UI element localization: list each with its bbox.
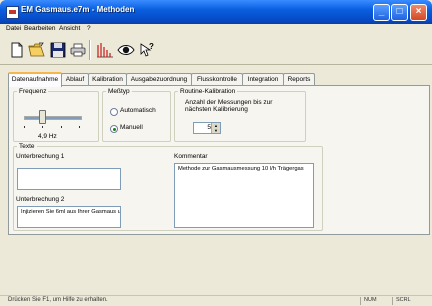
slider-tick [42,126,43,128]
spin-down-button[interactable]: ▼ [211,128,220,133]
tab-kalibration[interactable]: Kalibration [88,73,127,85]
menu-help[interactable]: ? [87,25,91,32]
tab-flusskontrolle[interactable]: Flusskontrolle [191,73,243,85]
tab-bar: Datenaufnahme Ablauf Kalibration Ausgabe… [8,72,428,87]
minimize-button[interactable]: _ [373,4,390,21]
radio-manuell-label[interactable]: Manuell [120,124,143,131]
slider-tick [61,126,62,128]
routine-kalibration-group: Routine-Kalibration Anzahl der Messungen… [174,88,306,142]
maximize-button[interactable]: □ [391,4,408,21]
tab-reports[interactable]: Reports [283,73,315,85]
messtyp-legend: Meßtyp [108,88,130,95]
radio-automatisch-label[interactable]: Automatisch [120,107,156,114]
unterbrechung2-label: Unterbrechung 2 [16,196,65,203]
menu-ansicht[interactable]: Ansicht [59,25,80,32]
status-scrl: SCRL [392,297,422,305]
print-icon[interactable] [69,41,87,59]
tab-datenaufnahme[interactable]: Datenaufnahme [8,72,62,87]
unterbrechung1-label: Unterbrechung 1 [16,153,65,160]
new-file-icon[interactable] [8,41,26,59]
unterbrechung2-field[interactable]: Injizieren Sie 6ml aus Ihrer Gasmaus und… [17,206,121,228]
tab-ablauf[interactable]: Ablauf [61,73,89,85]
status-text: Drücken Sie F1, um Hilfe zu erhalten. [8,297,108,303]
open-folder-icon[interactable] [28,41,46,59]
datenaufnahme-panel: Frequenz 4,9 Hz Meßtyp Automatisch Manue… [8,85,430,235]
menu-bar: Datei Bearbeiten Ansicht ? [0,24,432,35]
menu-bearbeiten[interactable]: Bearbeiten [24,25,55,32]
view-eye-icon[interactable] [117,41,135,59]
close-button[interactable]: × [410,4,427,21]
frequenz-slider-thumb[interactable] [39,110,46,124]
texte-legend: Texte [19,143,35,150]
svg-text:?: ? [149,42,154,51]
radio-automatisch[interactable] [110,108,118,116]
frequenz-value: 4,9 Hz [38,133,57,140]
toolbar: ? [0,36,432,65]
unterbrechung1-field[interactable] [17,168,121,190]
messtyp-group: Meßtyp Automatisch Manuell [102,88,171,142]
radio-manuell[interactable] [110,125,118,133]
tab-integration[interactable]: Integration [242,73,284,85]
routine-kalibration-legend: Routine-Kalibration [180,88,236,95]
chromatogram-icon[interactable] [96,41,114,59]
texte-group: Texte Unterbrechung 1 Unterbrechung 2 In… [13,143,323,231]
window-title: EM Gasmaus.e7m - Methoden [21,5,135,14]
application-window: EM Gasmaus.e7m - Methoden _ □ × Datei Be… [0,0,432,306]
kommentar-field[interactable]: Methode zur Gasmausmessung 10 l/h Träger… [174,163,314,228]
kalibrierung-count-spinner[interactable]: 5 ▲ ▼ [193,122,221,134]
save-disk-icon[interactable] [49,41,67,59]
tab-ausgabezuordnung[interactable]: Ausgabezuordnung [126,73,192,85]
status-num: NUM [360,297,386,305]
slider-tick [79,126,80,128]
routine-description: Anzahl der Messungen bis zur nächsten Ka… [185,99,273,113]
frequenz-group: Frequenz 4,9 Hz [13,88,99,142]
status-bar: Drücken Sie F1, um Hilfe zu erhalten. NU… [0,295,432,306]
frequenz-slider-track[interactable] [24,116,82,120]
toolbar-separator [89,40,91,60]
title-bar[interactable]: EM Gasmaus.e7m - Methoden _ □ × [0,0,432,24]
frequenz-legend: Frequenz [19,88,47,95]
app-icon[interactable] [6,6,19,19]
menu-datei[interactable]: Datei [6,25,21,32]
help-pointer-icon[interactable]: ? [138,41,156,59]
slider-tick [24,126,25,128]
kommentar-label: Kommentar [174,153,208,160]
